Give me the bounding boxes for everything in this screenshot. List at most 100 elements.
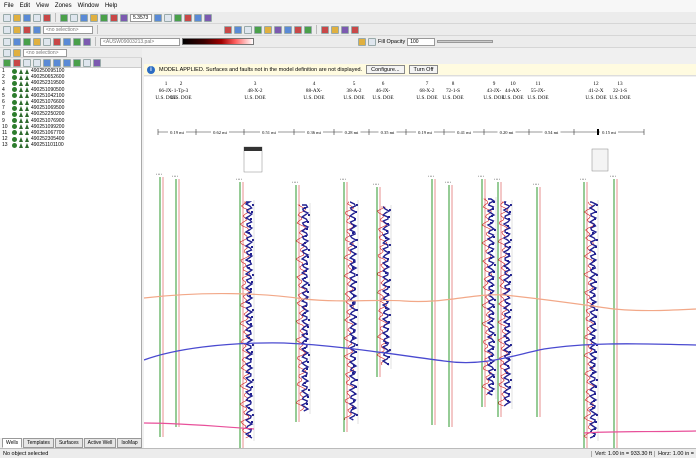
star-icon[interactable] [331,25,339,34]
tab-wells[interactable]: Wells [2,438,23,448]
color-scale-bar[interactable] [182,38,254,45]
menu-file[interactable]: File [4,3,14,9]
visible-icon[interactable] [12,99,17,105]
zoom-out-icon[interactable] [164,13,172,22]
menu-zones[interactable]: Zones [55,3,72,9]
save-icon[interactable] [23,13,31,22]
menu-edit[interactable]: Edit [20,3,30,9]
polygon-icon[interactable] [254,25,262,34]
open-icon[interactable] [13,13,21,22]
pencil-icon[interactable] [13,25,21,34]
selection-dropdown[interactable]: <no selection> [43,25,93,34]
image-icon[interactable] [33,37,41,46]
remove-icon[interactable] [13,58,21,67]
measure-icon[interactable] [274,25,282,34]
track-icon[interactable] [13,37,21,46]
table-icon[interactable] [100,13,108,22]
visible-icon[interactable] [12,118,17,124]
x-icon[interactable] [224,25,232,34]
visible-icon[interactable] [12,74,17,80]
visible-icon[interactable] [12,105,17,111]
columns-icon[interactable] [83,58,91,67]
stop-icon[interactable] [184,13,192,22]
line-icon[interactable] [244,25,252,34]
folder-icon[interactable] [13,48,21,57]
arrow-icon[interactable] [284,25,292,34]
text-icon[interactable] [33,25,41,34]
scale-icon[interactable] [43,37,51,46]
globe-icon[interactable] [194,13,202,22]
print-icon[interactable] [33,13,41,22]
well-icon[interactable] [60,13,68,22]
grid-icon[interactable] [70,13,78,22]
filter2-icon[interactable] [43,58,51,67]
close-icon[interactable] [351,25,359,34]
fill-icon[interactable] [264,25,272,34]
palette-icon[interactable] [358,37,366,46]
list-icon[interactable] [73,58,81,67]
visible-icon[interactable] [12,93,17,99]
up-icon[interactable] [23,58,31,67]
pointer-icon[interactable] [3,25,11,34]
well-type-icon [25,142,29,148]
new-icon[interactable] [3,13,11,22]
visible-icon[interactable] [12,136,17,142]
refresh-icon[interactable] [174,13,182,22]
settings2-icon[interactable] [93,58,101,67]
tools-icon[interactable] [341,25,349,34]
add-icon[interactable] [3,58,11,67]
visible-icon[interactable] [12,124,17,130]
fault-icon[interactable] [294,25,302,34]
select-icon[interactable] [83,37,91,46]
tab-active-well[interactable]: Active Well [83,438,117,448]
cross-section-svg[interactable]: 166-JX-U.S. DOE21-Tp-3U.S. DOE348-X-2U.S… [143,77,696,449]
filter-icon[interactable] [3,48,11,57]
menu-view[interactable]: View [36,3,49,9]
down-icon[interactable] [33,58,41,67]
section-icon[interactable] [90,13,98,22]
menu-window[interactable]: Window [78,3,99,9]
visible-icon[interactable] [12,80,17,86]
log-data-point [508,393,510,395]
tab-isomap[interactable]: IsoMap [117,438,142,448]
log-data-point [252,239,254,241]
horizon-icon[interactable] [304,25,312,34]
visible-icon[interactable] [12,111,17,117]
visible-icon[interactable] [12,142,17,148]
well-icon [19,68,23,74]
map-icon[interactable] [80,13,88,22]
log-data-point [250,218,252,220]
last-icon[interactable] [63,58,71,67]
well-list-item[interactable]: 13 490251101100 [0,142,141,148]
redo-icon[interactable] [63,37,71,46]
opacity-icon[interactable] [368,37,376,46]
cross-section-canvas[interactable]: 1 66-JX- U.S. DOE 2 1-Tp-3 U.S. DOE 3 48-X-2 U.S… [143,77,696,449]
tab-templates[interactable]: Templates [23,438,54,448]
visible-icon[interactable] [12,87,17,93]
wave-icon[interactable] [321,25,329,34]
opacity-slider[interactable] [437,40,494,43]
curve-icon[interactable] [23,37,31,46]
visible-icon[interactable] [12,68,17,74]
configure-button[interactable]: Configure... [366,65,405,74]
layers-icon[interactable] [120,13,128,22]
log-data-point [306,228,308,230]
settings-icon[interactable] [204,13,212,22]
fill-opacity-input[interactable]: 100 [407,37,436,46]
turn-off-button[interactable]: Turn Off [408,65,439,74]
visible-icon[interactable] [12,130,17,136]
first-icon[interactable] [53,58,61,67]
layout-icon[interactable] [3,37,11,46]
well-selection-dropdown[interactable]: <no selection> [23,48,67,57]
chart-icon[interactable] [110,13,118,22]
delete-icon[interactable] [23,25,31,34]
zoom-input[interactable]: 5.3573 [130,13,152,22]
table2-icon[interactable] [73,37,81,46]
undo-icon[interactable] [53,37,61,46]
cut-icon[interactable] [43,13,51,22]
colormap-dropdown[interactable]: <AUSW09003213.pal> [100,37,180,46]
zoom-in-icon[interactable] [154,13,162,22]
tab-surfaces[interactable]: Surfaces [54,438,83,448]
copy-icon[interactable] [234,25,242,34]
menu-help[interactable]: Help [105,3,117,9]
